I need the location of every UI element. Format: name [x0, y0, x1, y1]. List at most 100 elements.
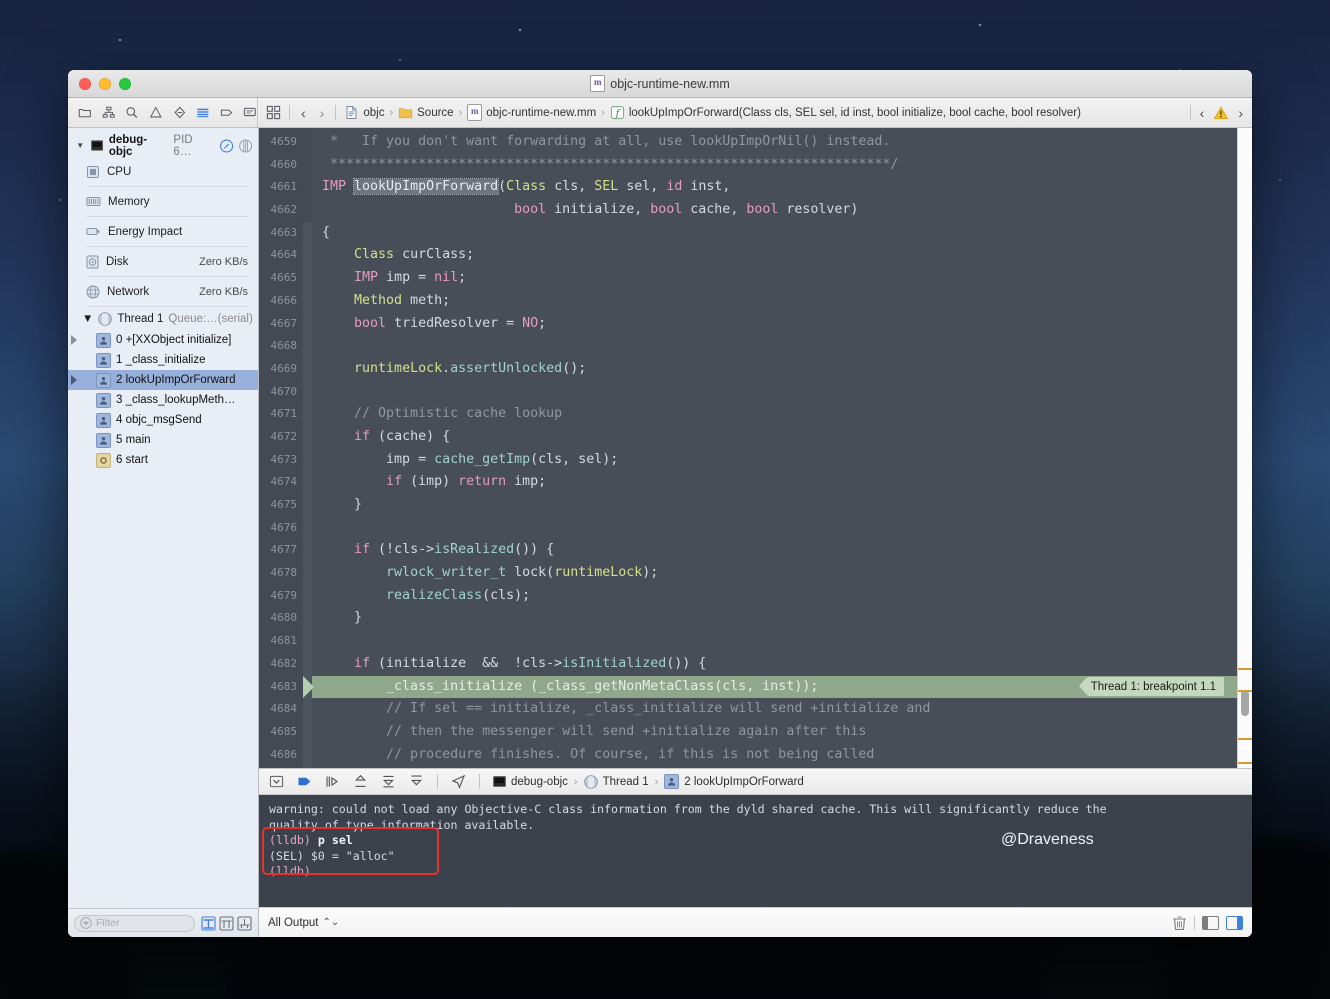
code-line[interactable]: }	[312, 494, 1237, 517]
frame-jump-arrow-icon[interactable]	[71, 335, 77, 345]
code-line[interactable]	[312, 630, 1237, 653]
code-line[interactable]: rwlock_writer_t lock(runtimeLock);	[312, 562, 1237, 585]
gauge-toggle-icon[interactable]	[219, 138, 233, 153]
fold-marker[interactable]	[303, 154, 312, 177]
maximize-button[interactable]	[119, 77, 131, 90]
forward-button[interactable]: ›	[317, 106, 328, 120]
fold-marker[interactable]	[303, 562, 312, 585]
fold-marker[interactable]	[303, 267, 312, 290]
fold-marker[interactable]	[303, 221, 312, 245]
line-number[interactable]: 4675	[259, 494, 303, 517]
code-line[interactable]: bool initialize, bool cache, bool resolv…	[312, 199, 1237, 222]
issue-marker[interactable]	[1238, 690, 1252, 692]
stack-frame-row[interactable]: 4 objc_msgSend	[68, 410, 258, 430]
fold-marker[interactable]	[303, 176, 312, 199]
line-number[interactable]: 4669	[259, 358, 303, 381]
line-number[interactable]: 4682	[259, 653, 303, 676]
step-into-icon[interactable]	[353, 774, 368, 789]
code-line[interactable]: // then the messenger will send +initial…	[312, 721, 1237, 744]
line-number[interactable]: 4667	[259, 313, 303, 336]
gauge-row-memory[interactable]: Memory	[86, 187, 248, 217]
code-line[interactable]: Class curClass;	[312, 244, 1237, 267]
stack-frame-row-selected[interactable]: 2 lookUpImpOrForward	[68, 370, 258, 390]
show-threads-icon[interactable]	[237, 915, 252, 931]
code-line[interactable]	[312, 335, 1237, 358]
close-button[interactable]	[79, 77, 91, 90]
code-line[interactable]: {	[312, 222, 1237, 245]
process-row[interactable]: ▼ debug-objc PID 6…	[68, 134, 258, 158]
code-line[interactable]: if (cache) {	[312, 426, 1237, 449]
line-number[interactable]: 4680	[259, 607, 303, 630]
line-number[interactable]: 4685	[259, 721, 303, 744]
line-number[interactable]: 4671	[259, 403, 303, 426]
code-line[interactable]: ****************************************…	[312, 154, 1237, 177]
gauge-row-network[interactable]: Network Zero KB/s	[86, 277, 248, 307]
line-number[interactable]: 4678	[259, 562, 303, 585]
code-line[interactable]: IMP imp = nil;	[312, 267, 1237, 290]
fold-marker[interactable]	[303, 312, 312, 336]
line-number[interactable]: 4674	[259, 471, 303, 494]
back-button[interactable]: ‹	[298, 106, 309, 120]
debug-frame-label[interactable]: 2 lookUpImpOrForward	[684, 776, 804, 788]
debug-view-hierarchy-icon[interactable]	[409, 774, 424, 789]
stack-frame-row[interactable]: 1 _class_initialize	[68, 350, 258, 370]
fold-marker[interactable]	[303, 335, 312, 358]
line-number[interactable]: 4683	[259, 676, 303, 699]
fold-marker[interactable]	[303, 244, 312, 268]
fold-marker[interactable]	[303, 471, 312, 494]
code-line[interactable]: // from the messenger then it won't happ…	[312, 766, 1237, 768]
code-line[interactable]: * If you don't want forwarding at all, u…	[312, 131, 1237, 154]
code-line[interactable]: // If sel == initialize, _class_initiali…	[312, 698, 1237, 721]
location-icon[interactable]	[451, 774, 466, 789]
code-line[interactable]: if (!cls->isRealized()) {	[312, 539, 1237, 562]
fold-marker[interactable]	[303, 516, 312, 540]
stack-frame-row[interactable]: 6 start	[68, 450, 258, 470]
fold-marker[interactable]	[303, 425, 312, 449]
hierarchy-icon[interactable]	[102, 105, 116, 120]
fold-marker[interactable]	[303, 448, 312, 472]
line-number[interactable]: 4659	[259, 131, 303, 154]
breadcrumb-item-file[interactable]: m objc-runtime-new.mm	[467, 104, 596, 121]
gauge-row-disk[interactable]: Disk Zero KB/s	[86, 247, 248, 277]
line-number[interactable]: 4670	[259, 381, 303, 404]
stack-frame-row[interactable]: 3 _class_lookupMeth…	[68, 390, 258, 410]
fold-marker[interactable]	[303, 357, 312, 381]
filter-field[interactable]: Filter	[74, 914, 195, 932]
breakpoint-message-flag[interactable]: Thread 1: breakpoint 1.1	[1078, 677, 1224, 697]
code-line[interactable]: runtimeLock.assertUnlocked();	[312, 358, 1237, 381]
line-number[interactable]: 4662	[259, 199, 303, 222]
line-number[interactable]: 4663	[259, 222, 303, 245]
fold-marker[interactable]	[303, 720, 312, 744]
code-text[interactable]: * If you don't want forwarding at all, u…	[312, 128, 1237, 768]
line-number[interactable]: 4677	[259, 539, 303, 562]
trash-icon[interactable]	[1172, 915, 1187, 931]
line-number[interactable]: 4676	[259, 517, 303, 540]
minimize-button[interactable]	[99, 77, 111, 90]
fold-marker[interactable]	[303, 380, 312, 404]
code-line[interactable]: IMP lookUpImpOrForward(Class cls, SEL se…	[312, 176, 1237, 199]
fold-marker[interactable]	[303, 131, 312, 154]
breadcrumb-item-project[interactable]: objc	[344, 105, 384, 120]
breadcrumb-item-folder[interactable]: Source	[398, 105, 454, 120]
code-line[interactable]: Method meth;	[312, 290, 1237, 313]
fold-marker[interactable]	[303, 698, 312, 721]
tag-icon[interactable]	[220, 105, 234, 120]
step-out-icon[interactable]	[381, 774, 396, 789]
fold-marker[interactable]	[303, 403, 312, 426]
warning-icon[interactable]	[149, 105, 163, 120]
line-number[interactable]: 4672	[259, 426, 303, 449]
show-all-frames-icon[interactable]	[219, 915, 234, 931]
threads-toggle-icon[interactable]	[238, 139, 252, 153]
folder-navigator-icon[interactable]	[78, 105, 92, 120]
code-line[interactable]	[312, 381, 1237, 404]
continue-icon[interactable]	[297, 774, 312, 789]
source-editor[interactable]: 4659 4660 4661 4662 4663 4664 4665 4666 4667 4668…	[259, 128, 1252, 768]
warning-triangle-icon[interactable]	[1213, 105, 1229, 120]
code-line[interactable]: bool triedResolver = NO;	[312, 313, 1237, 336]
grid-icon[interactable]	[266, 105, 281, 120]
line-number[interactable]: 4673	[259, 449, 303, 472]
gauge-row-cpu[interactable]: CPU	[86, 157, 248, 187]
line-number[interactable]: 4679	[259, 585, 303, 608]
line-number[interactable]: 4681	[259, 630, 303, 653]
issue-marker[interactable]	[1238, 738, 1252, 740]
